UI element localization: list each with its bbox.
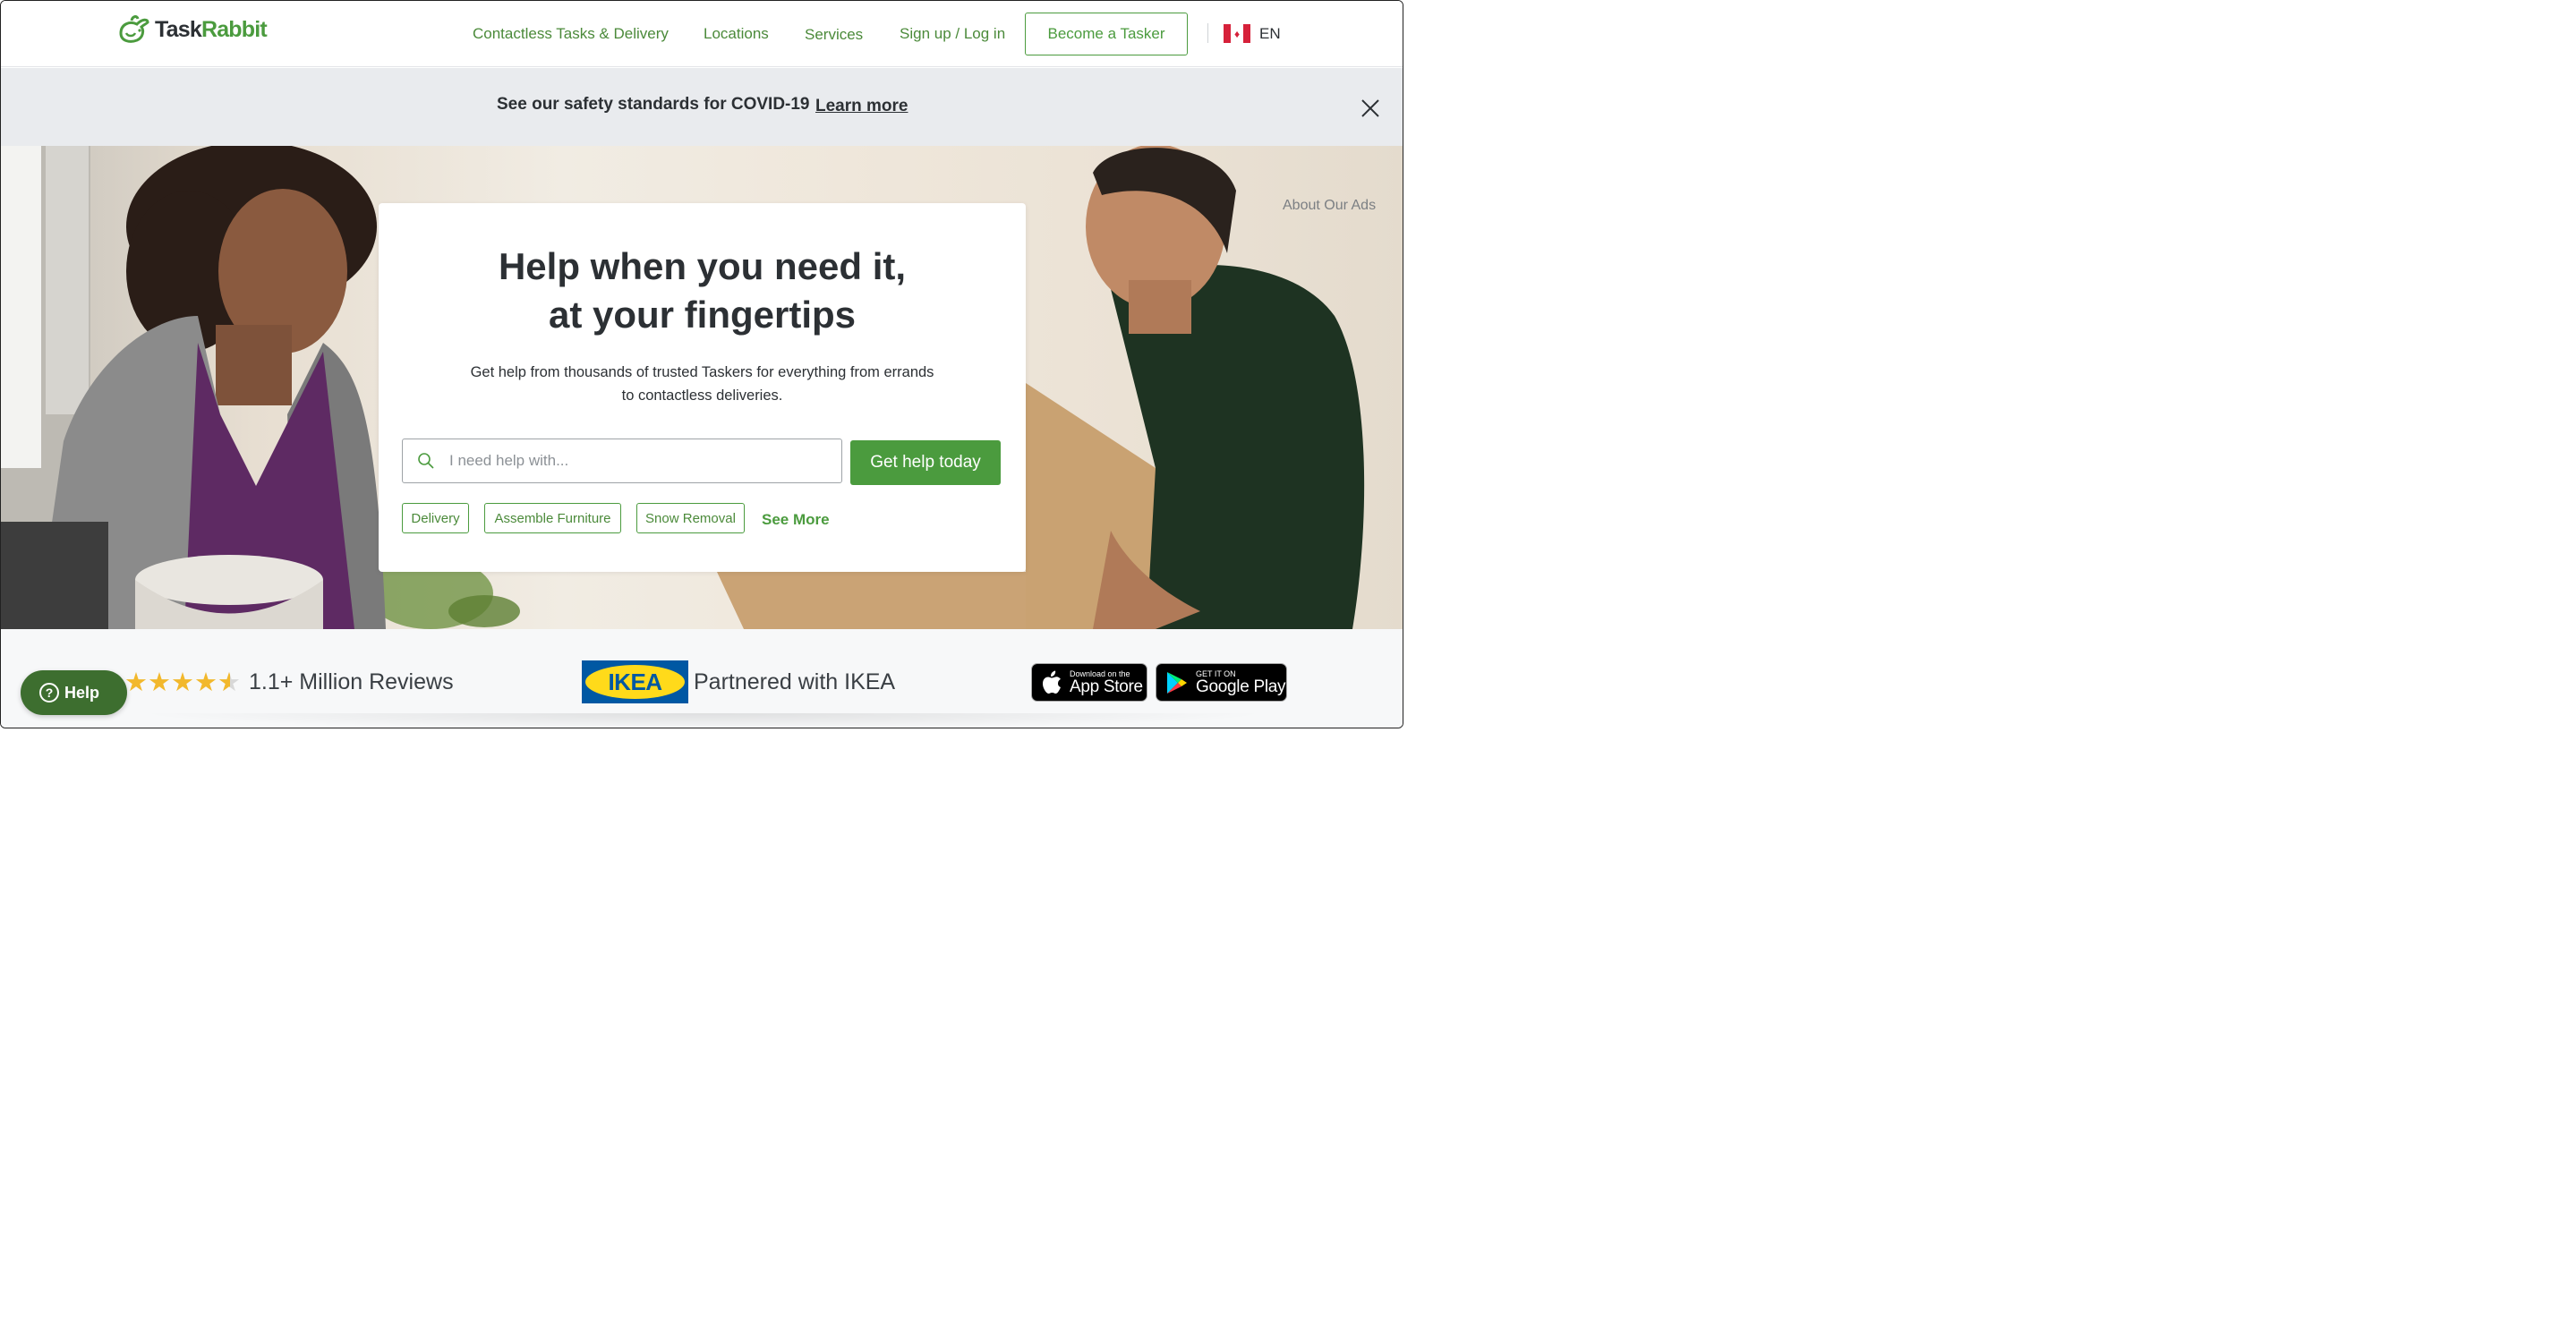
help-button[interactable]: ? Help bbox=[21, 670, 127, 715]
strip-shadow bbox=[135, 713, 1272, 728]
app-store-big-text: App Store bbox=[1070, 677, 1143, 696]
ikea-partner-text: Partnered with IKEA bbox=[694, 669, 896, 694]
see-more-link[interactable]: See More bbox=[762, 511, 830, 529]
nav-services[interactable]: Services bbox=[805, 1, 863, 67]
logo-task: Task bbox=[155, 16, 202, 42]
chip-assemble-furniture[interactable]: Assemble Furniture bbox=[484, 503, 621, 533]
question-icon: ? bbox=[39, 683, 59, 703]
nav-divider bbox=[1207, 23, 1208, 43]
hero-title: Help when you need it, at your fingertip… bbox=[379, 243, 1026, 339]
app-store-badge[interactable]: Download on the App Store bbox=[1031, 663, 1147, 702]
rabbit-logo-icon bbox=[119, 15, 149, 43]
get-help-today-button[interactable]: Get help today bbox=[850, 440, 1001, 485]
ikea-logo: IKEA bbox=[582, 660, 688, 703]
site-header: TaskRabbit Contactless Tasks & Delivery … bbox=[1, 1, 1403, 67]
hero-title-line2: at your fingertips bbox=[548, 294, 857, 336]
learn-more-link[interactable]: Learn more bbox=[815, 97, 908, 116]
hero-subtitle: Get help from thousands of trusted Taske… bbox=[470, 364, 934, 404]
reviews-count: 1.1+ Million Reviews bbox=[249, 669, 454, 694]
ikea-logo-text: IKEA bbox=[608, 668, 662, 695]
star-icon: ★ bbox=[124, 668, 148, 697]
help-label: Help bbox=[64, 683, 100, 702]
logo-wordmark: TaskRabbit bbox=[155, 16, 268, 43]
hero-section: About Our Ads Help when you need it, at … bbox=[1, 146, 1403, 629]
google-play-icon bbox=[1167, 671, 1187, 694]
half-star-icon: ★ bbox=[218, 669, 241, 696]
language-code: EN bbox=[1259, 24, 1281, 42]
chip-delivery[interactable]: Delivery bbox=[402, 503, 469, 533]
covid-banner: See our safety standards for COVID-19 Le… bbox=[1, 68, 1403, 146]
banner-text: See our safety standards for COVID-19 bbox=[497, 95, 810, 114]
google-play-badge[interactable]: GET IT ON Google Play bbox=[1156, 663, 1287, 702]
rating-stars: ★ ★ ★ ★ ★ bbox=[124, 669, 241, 696]
logo-rabbit: Rabbit bbox=[200, 16, 268, 42]
language-selector[interactable]: ♦ EN bbox=[1224, 24, 1281, 43]
star-icon: ★ bbox=[148, 668, 171, 697]
hero-title-line1: Help when you need it, bbox=[498, 245, 907, 287]
canada-flag-icon: ♦ bbox=[1224, 24, 1250, 43]
become-tasker-button[interactable]: Become a Tasker bbox=[1025, 13, 1188, 55]
chip-snow-removal[interactable]: Snow Removal bbox=[636, 503, 745, 533]
close-icon[interactable] bbox=[1358, 96, 1383, 121]
nav-signup-login[interactable]: Sign up / Log in bbox=[900, 1, 1005, 67]
nav-contactless-tasks[interactable]: Contactless Tasks & Delivery bbox=[473, 1, 669, 67]
browser-page: TaskRabbit Contactless Tasks & Delivery … bbox=[0, 0, 1403, 728]
search-icon bbox=[418, 453, 434, 469]
star-icon: ★ bbox=[194, 668, 218, 697]
app-store-small-text: Download on the bbox=[1070, 668, 1130, 678]
hero-card: Help when you need it, at your fingertip… bbox=[379, 203, 1026, 572]
task-search-input[interactable] bbox=[449, 452, 825, 470]
about-our-ads-link[interactable]: About Our Ads bbox=[1283, 198, 1376, 214]
star-icon: ★ bbox=[171, 668, 194, 697]
taskrabbit-logo[interactable]: TaskRabbit bbox=[115, 13, 268, 46]
nav-locations[interactable]: Locations bbox=[704, 1, 769, 67]
task-search-box[interactable] bbox=[402, 439, 842, 483]
google-play-big-text: Google Play bbox=[1196, 677, 1286, 696]
apple-icon bbox=[1043, 670, 1061, 694]
google-play-small-text: GET IT ON bbox=[1196, 668, 1236, 678]
